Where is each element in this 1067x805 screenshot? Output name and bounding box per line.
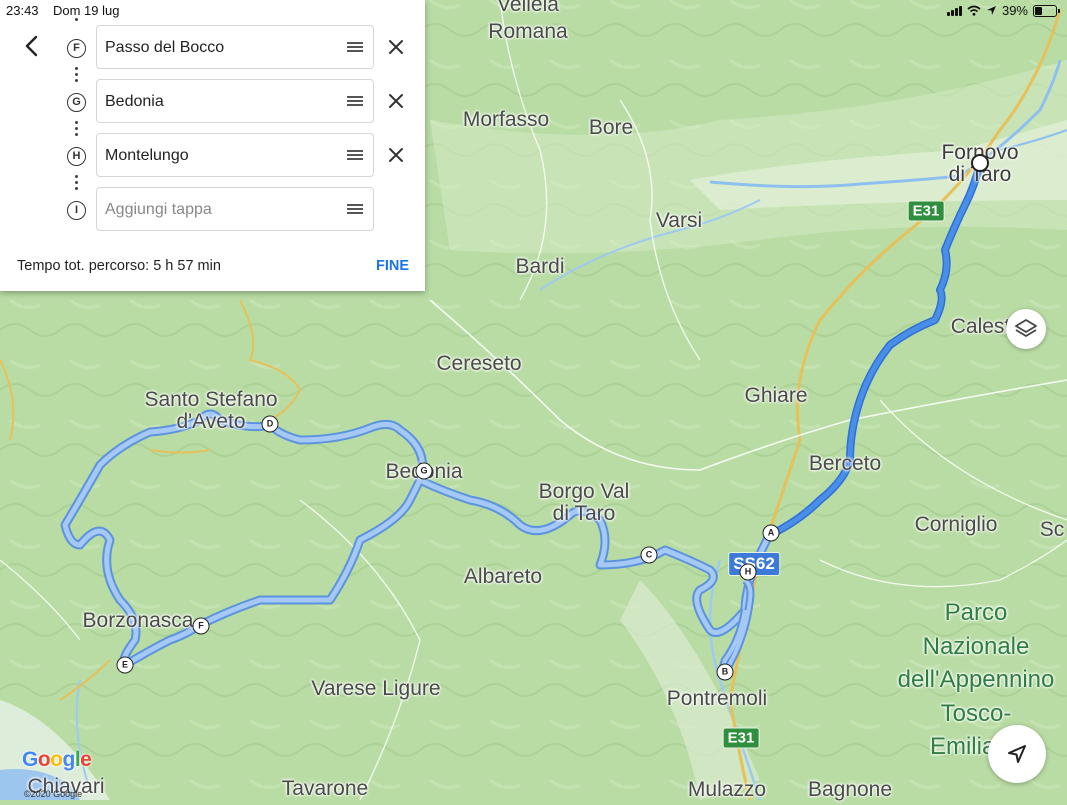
place-label: Borgo Val di Taro bbox=[538, 479, 630, 525]
place-label: Tavarone bbox=[281, 776, 369, 800]
place-label: Borzonasca bbox=[82, 608, 194, 632]
waypoint-marker[interactable]: H bbox=[739, 563, 757, 581]
place-label: Pontremoli bbox=[666, 686, 768, 710]
route-origin-marker[interactable] bbox=[971, 154, 989, 172]
waypoint-marker[interactable]: C bbox=[640, 546, 658, 564]
stop-input-f[interactable]: Passo del Bocco bbox=[96, 25, 374, 69]
place-label: Corniglio bbox=[914, 512, 998, 536]
signal-icon bbox=[946, 5, 962, 16]
place-label: Bore bbox=[588, 115, 634, 139]
route-main bbox=[768, 159, 984, 538]
directions-panel: F Passo del Bocco G Bedonia H Montelungo… bbox=[0, 0, 425, 291]
google-logo: Google bbox=[22, 748, 92, 772]
status-time: 23:43 bbox=[6, 3, 39, 18]
place-label: Varese Ligure bbox=[311, 676, 441, 700]
waypoint-marker[interactable]: F bbox=[192, 617, 210, 635]
place-label: Bagnone bbox=[807, 777, 893, 801]
done-button[interactable]: FINE bbox=[376, 258, 409, 274]
place-label: Ghiare bbox=[744, 383, 808, 407]
battery-icon bbox=[1033, 4, 1060, 17]
wifi-icon bbox=[967, 5, 981, 16]
stop-input-g[interactable]: Bedonia bbox=[96, 79, 374, 123]
waypoint-marker[interactable]: A bbox=[762, 524, 780, 542]
close-icon bbox=[389, 148, 403, 162]
place-label: Bardi bbox=[515, 254, 565, 278]
navigate-button[interactable] bbox=[988, 725, 1046, 783]
add-stop-input[interactable]: Aggiungi tappa bbox=[96, 187, 374, 231]
place-label: Albareto bbox=[463, 564, 543, 588]
close-icon bbox=[389, 40, 403, 54]
google-logo-text: Google bbox=[22, 748, 92, 771]
google-logo-letter: G bbox=[22, 748, 38, 771]
drag-handle-icon[interactable] bbox=[347, 150, 363, 160]
place-label: Santo Stefano d'Aveto bbox=[144, 387, 278, 433]
drag-handle-icon[interactable] bbox=[347, 96, 363, 106]
stop-row-i: I Aggiungi tappa bbox=[0, 187, 425, 233]
waypoint-marker[interactable]: D bbox=[261, 415, 279, 433]
waypoint-marker[interactable]: E bbox=[116, 656, 134, 674]
google-logo-letter: o bbox=[50, 748, 63, 771]
total-route-time: Tempo tot. percorso: 5 h 57 min bbox=[17, 258, 221, 274]
place-label: Cereseto bbox=[436, 351, 522, 375]
layers-button[interactable] bbox=[1006, 309, 1046, 349]
google-logo-letter: o bbox=[37, 748, 51, 771]
layers-icon bbox=[1015, 319, 1037, 337]
status-date: Dom 19 lug bbox=[53, 3, 120, 18]
stop-input-h[interactable]: Montelungo bbox=[96, 133, 374, 177]
drag-handle-icon[interactable] bbox=[347, 204, 363, 214]
remove-stop-button[interactable] bbox=[387, 38, 405, 56]
place-label: Morfasso bbox=[462, 107, 550, 131]
battery-percent: 39% bbox=[1001, 3, 1028, 18]
status-bar: 23:43 Dom 19 lug 39% bbox=[0, 0, 1067, 22]
google-logo-letter: g bbox=[62, 748, 76, 771]
remove-stop-button[interactable] bbox=[387, 146, 405, 164]
map-copyright: ©2020 Google bbox=[24, 789, 83, 799]
stop-letter-badge: F bbox=[67, 39, 86, 58]
drag-handle-icon[interactable] bbox=[347, 42, 363, 52]
road-shield: E31 bbox=[722, 727, 760, 749]
place-label: Sc bbox=[1039, 517, 1065, 541]
remove-stop-button[interactable] bbox=[387, 92, 405, 110]
place-label: Berceto bbox=[808, 451, 882, 475]
stop-letter-badge: H bbox=[67, 147, 86, 166]
location-arrow-icon bbox=[986, 6, 996, 15]
waypoint-marker[interactable]: B bbox=[716, 663, 734, 681]
place-label: Varsi bbox=[655, 208, 703, 232]
stop-letter-badge: G bbox=[67, 93, 86, 112]
stop-letter-badge: I bbox=[67, 201, 86, 220]
stop-row-f: F Passo del Bocco bbox=[0, 25, 425, 71]
place-label: Mulazzo bbox=[687, 777, 767, 801]
status-indicators: 39% bbox=[946, 3, 1060, 18]
close-icon bbox=[389, 94, 403, 108]
navigation-arrow-icon bbox=[1008, 745, 1026, 763]
road-shield: E31 bbox=[907, 200, 945, 222]
stop-row-g: G Bedonia bbox=[0, 79, 425, 125]
google-logo-letter: e bbox=[80, 748, 92, 771]
waypoint-marker[interactable]: G bbox=[415, 462, 433, 480]
stop-row-h: H Montelungo bbox=[0, 133, 425, 179]
place-label: Romana bbox=[488, 19, 568, 43]
